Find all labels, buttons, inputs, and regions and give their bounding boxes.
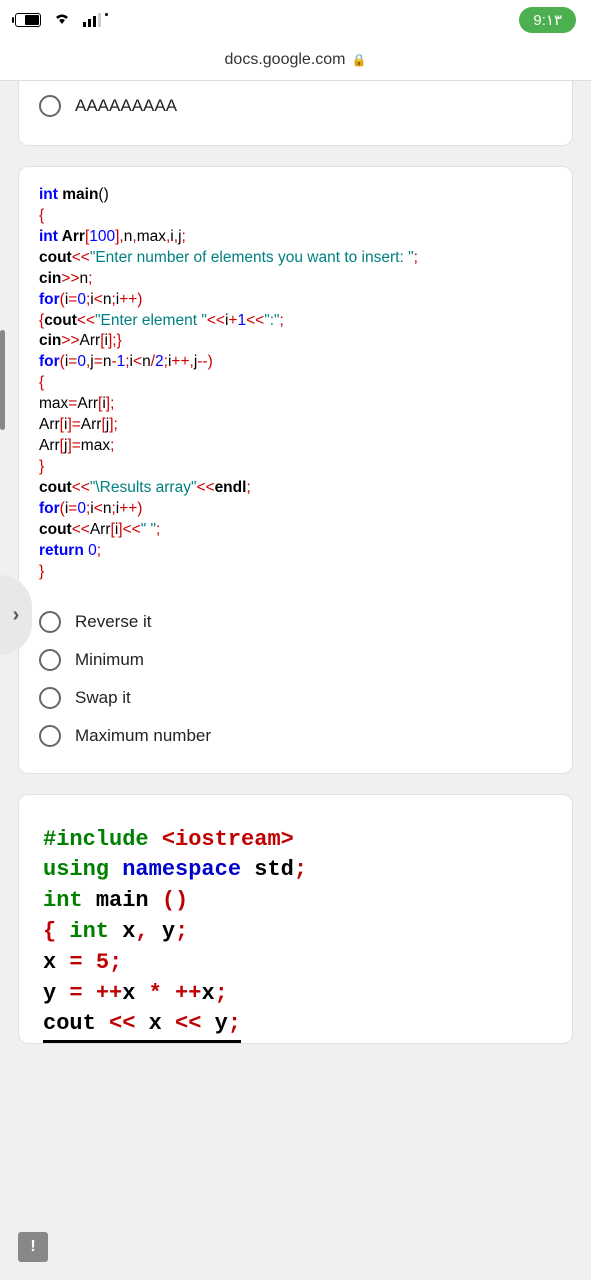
question-card-code2: #include <iostream> using namespace std;…	[18, 794, 573, 1045]
question-card-prev: AAAAAAAAA	[18, 81, 573, 146]
url-domain: docs.google.com	[225, 51, 346, 69]
question-card-code1: int main() { int Arr[100],n,max,i,j; cou…	[18, 166, 573, 774]
radio-option-prev[interactable]: AAAAAAAAA	[39, 87, 552, 125]
code-block-1: int main() { int Arr[100],n,max,i,j; cou…	[39, 185, 552, 583]
scroll-indicator	[0, 330, 5, 430]
feedback-button[interactable]: !	[18, 1232, 48, 1262]
signal-icon	[83, 13, 108, 27]
radio-label: AAAAAAAAA	[75, 96, 177, 116]
status-bar: 9:۱۳	[0, 0, 591, 40]
radio-option-maximum[interactable]: Maximum number	[39, 717, 552, 755]
radio-option-minimum[interactable]: Minimum	[39, 641, 552, 679]
battery-icon	[15, 13, 41, 27]
radio-label: Reverse it	[75, 612, 152, 632]
radio-label: Maximum number	[75, 726, 211, 746]
radio-circle	[39, 649, 61, 671]
radio-label: Swap it	[75, 688, 131, 708]
time-badge: 9:۱۳	[519, 7, 576, 33]
radio-option-swap[interactable]: Swap it	[39, 679, 552, 717]
wifi-icon	[53, 11, 71, 30]
code-block-2: #include <iostream> using namespace std;…	[43, 825, 548, 1044]
url-bar[interactable]: docs.google.com 🔒	[0, 40, 591, 80]
radio-circle	[39, 687, 61, 709]
lock-icon: 🔒	[352, 53, 367, 67]
radio-label: Minimum	[75, 650, 144, 670]
radio-circle	[39, 95, 61, 117]
status-left	[15, 11, 108, 30]
radio-circle	[39, 611, 61, 633]
radio-option-reverse[interactable]: Reverse it	[39, 603, 552, 641]
radio-circle	[39, 725, 61, 747]
